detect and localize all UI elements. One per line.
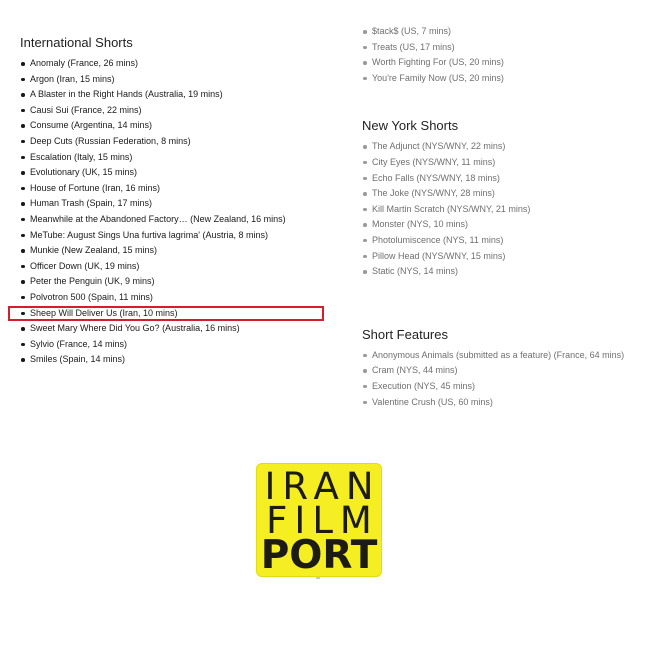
highlighted-list-item: Sheep Will Deliver Us (Iran, 10 mins) xyxy=(20,306,340,322)
list-item: Evolutionary (UK, 15 mins) xyxy=(20,165,340,181)
list-item: Valentine Crush (US, 60 mins) xyxy=(362,395,647,411)
list-item: Monster (NYS, 10 mins) xyxy=(362,217,647,233)
list-item: MeTube: August Sings Una furtiva lagrima… xyxy=(20,228,340,244)
list-item: Cram (NYS, 44 mins) xyxy=(362,363,647,379)
new-york-shorts-heading: New York Shorts xyxy=(362,118,459,134)
list-item: Officer Down (UK, 19 mins) xyxy=(20,259,340,275)
list-item: Sylvio (France, 14 mins) xyxy=(20,337,340,353)
list-item: Pillow Head (NYS/WNY, 15 mins) xyxy=(362,249,647,265)
list-item: The Joke (NYS/WNY, 28 mins) xyxy=(362,186,647,202)
list-item: You're Family Now (US, 20 mins) xyxy=(362,71,647,87)
list-item: Deep Cuts (Russian Federation, 8 mins) xyxy=(20,134,340,150)
right-column: $tack$ (US, 7 mins) Treats (US, 17 mins)… xyxy=(362,24,647,410)
list-item: Treats (US, 17 mins) xyxy=(362,40,647,56)
list-item: Kill Martin Scratch (NYS/WNY, 21 mins) xyxy=(362,202,647,218)
iran-film-port-logo: IRAN FILM PORT xyxy=(256,463,382,578)
list-item: City Eyes (NYS/WNY, 11 mins) xyxy=(362,155,647,171)
list-item: Sweet Mary Where Did You Go? (Australia,… xyxy=(20,321,340,337)
new-york-shorts-section: New York Shorts The Adjunct (NYS/WNY, 22… xyxy=(362,118,647,279)
list-item: Anomaly (France, 26 mins) xyxy=(20,56,340,72)
continued-list: $tack$ (US, 7 mins) Treats (US, 17 mins)… xyxy=(362,24,647,86)
short-features-heading: Short Features xyxy=(362,326,448,342)
list-item: Argon (Iran, 15 mins) xyxy=(20,72,340,88)
list-item: Polvotron 500 (Spain, 11 mins) xyxy=(20,290,340,306)
list-item: Echo Falls (NYS/WNY, 18 mins) xyxy=(362,171,647,187)
logo-line-port: PORT xyxy=(260,533,378,578)
international-shorts-section: International Shorts Anomaly (France, 26… xyxy=(20,35,340,368)
list-item: Execution (NYS, 45 mins) xyxy=(362,379,647,395)
list-item: Smiles (Spain, 14 mins) xyxy=(20,352,340,368)
logo-shadow-mark xyxy=(316,577,320,579)
new-york-shorts-list: The Adjunct (NYS/WNY, 22 mins) City Eyes… xyxy=(362,139,647,279)
list-item: A Blaster in the Right Hands (Australia,… xyxy=(20,87,340,103)
list-item: Anonymous Animals (submitted as a featur… xyxy=(362,348,647,364)
short-features-list: Anonymous Animals (submitted as a featur… xyxy=(362,348,647,410)
list-item: Munkie (New Zealand, 15 mins) xyxy=(20,243,340,259)
list-item: The Adjunct (NYS/WNY, 22 mins) xyxy=(362,139,647,155)
list-item: Peter the Penguin (UK, 9 mins) xyxy=(20,274,340,290)
list-item: $tack$ (US, 7 mins) xyxy=(362,24,647,40)
list-item: Escalation (Italy, 15 mins) xyxy=(20,150,340,166)
international-shorts-heading: International Shorts xyxy=(20,35,133,50)
list-item: Causi Sui (France, 22 mins) xyxy=(20,103,340,119)
list-item: Photolumiscence (NYS, 11 mins) xyxy=(362,233,647,249)
list-item: Static (NYS, 14 mins) xyxy=(362,264,647,280)
list-item: Human Trash (Spain, 17 mins) xyxy=(20,196,340,212)
short-features-section: Short Features Anonymous Animals (submit… xyxy=(362,327,647,410)
list-item: House of Fortune (Iran, 16 mins) xyxy=(20,181,340,197)
list-item: Consume (Argentina, 14 mins) xyxy=(20,118,340,134)
list-item: Worth Fighting For (US, 20 mins) xyxy=(362,55,647,71)
list-item: Meanwhile at the Abandoned Factory… (New… xyxy=(20,212,340,228)
international-shorts-list: Anomaly (France, 26 mins) Argon (Iran, 1… xyxy=(20,56,340,368)
